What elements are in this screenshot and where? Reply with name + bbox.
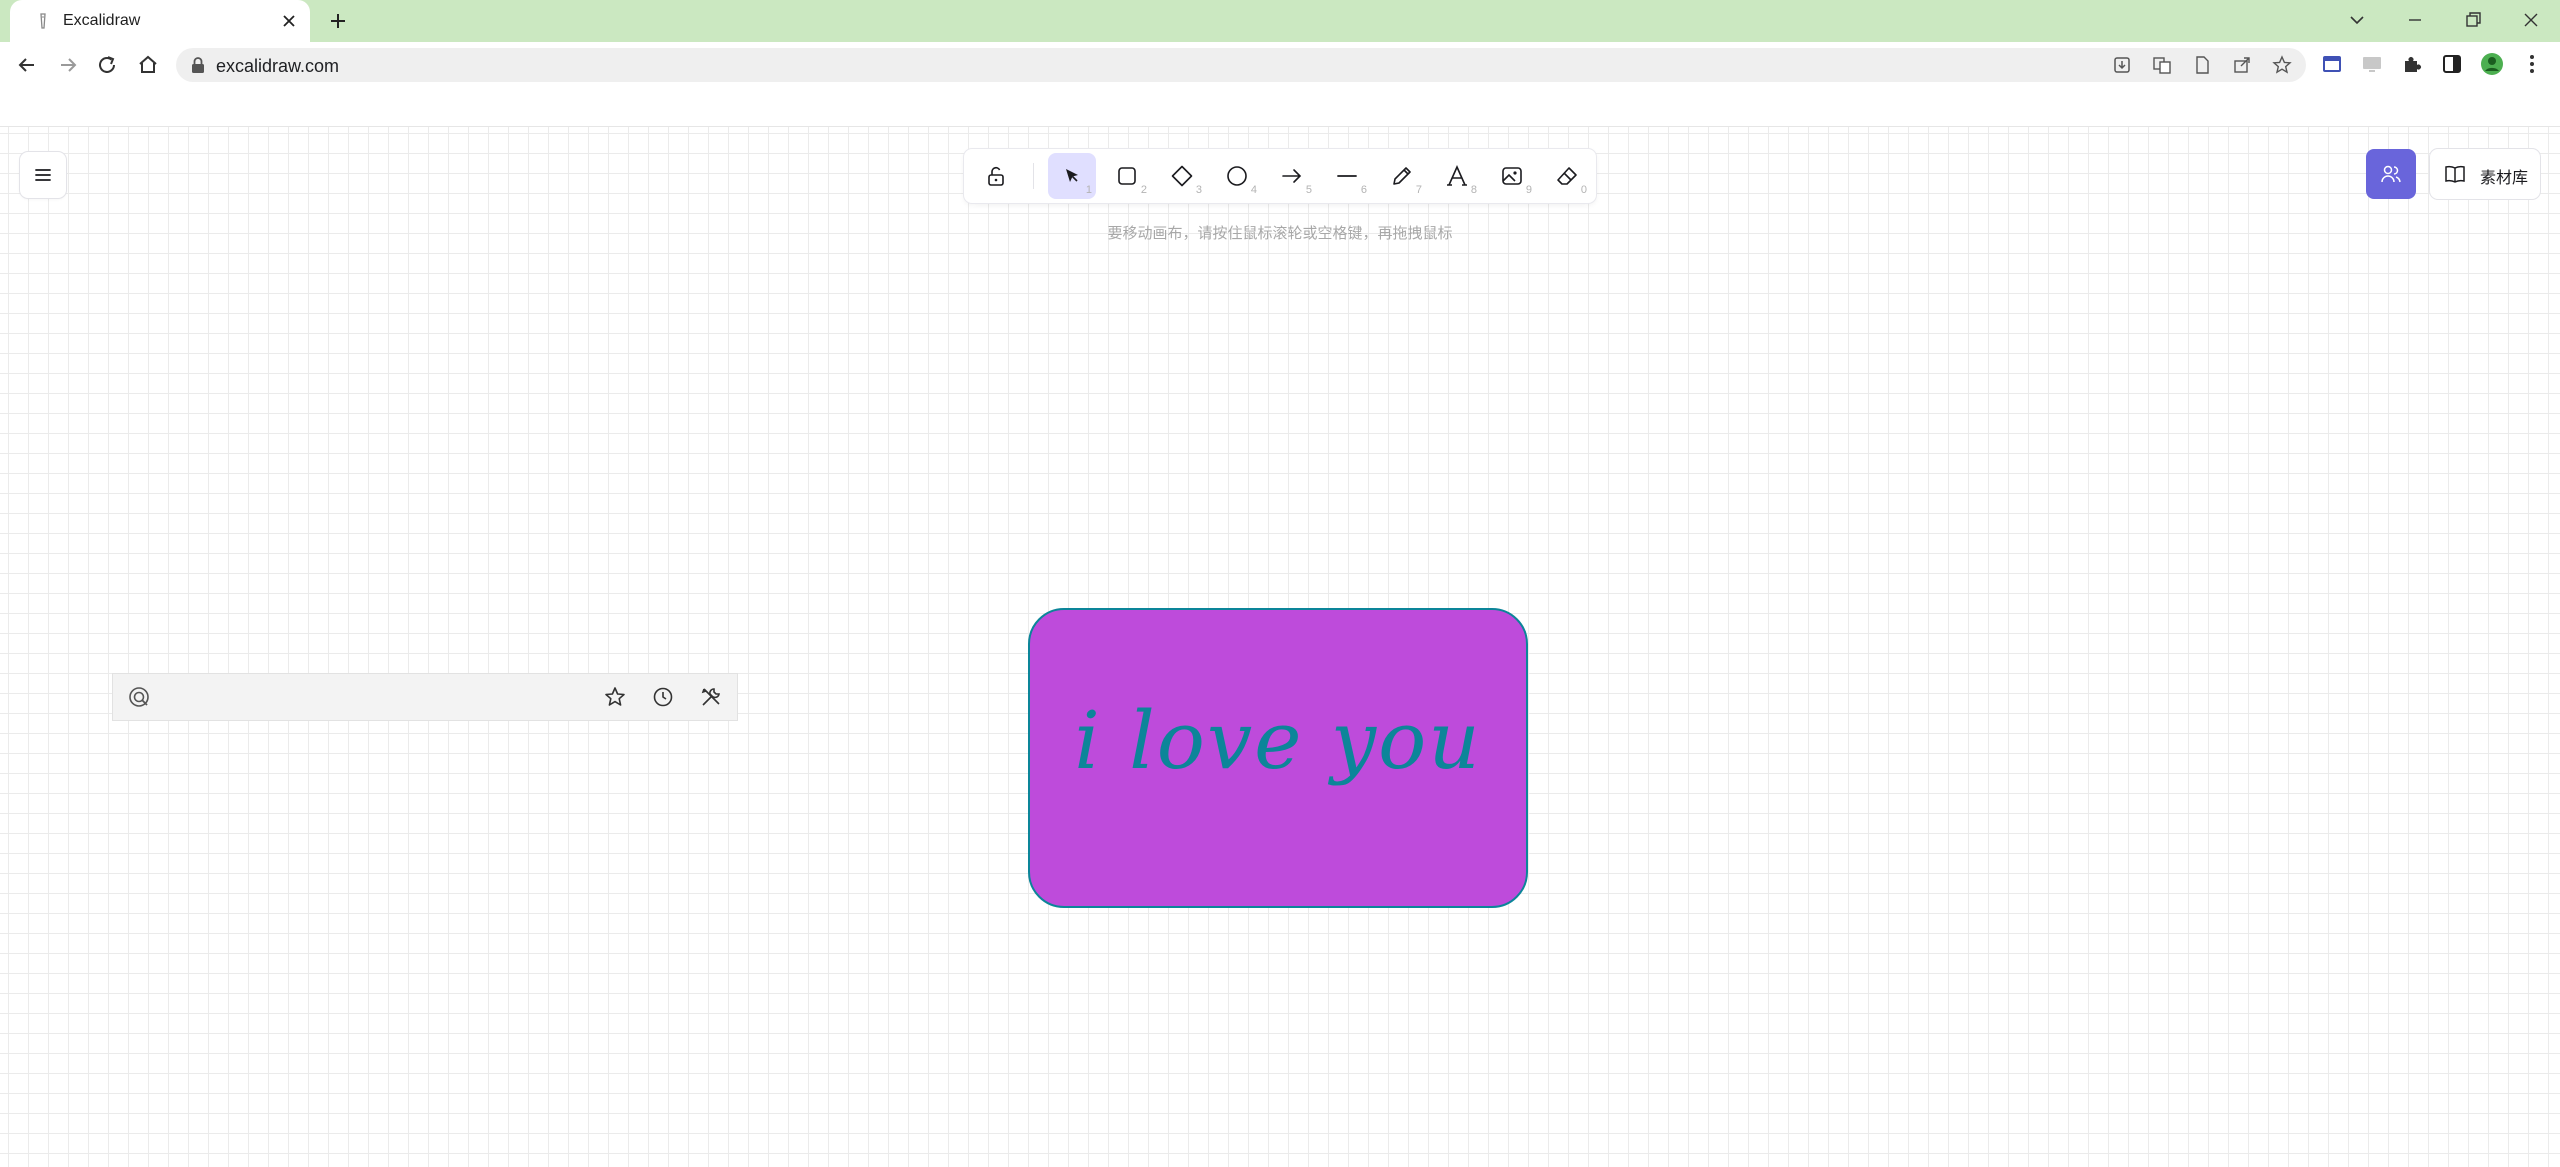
url-text: excalidraw.com: [216, 56, 340, 76]
line-icon: [1337, 175, 1357, 177]
tab-title: Excalidraw: [63, 12, 141, 29]
live-collaboration-button[interactable]: [2366, 149, 2416, 199]
tool-shortcut-key: 9: [1525, 184, 1532, 196]
drawing-canvas[interactable]: 1 2 3 4 5 6 7 8 9 0 要移动画布，请按住鼠标滚轮或空格键，再拖…: [0, 127, 2560, 1167]
browser-toolbar: excalidraw.com: [0, 42, 2560, 88]
rectangle-icon: [1118, 167, 1136, 185]
canvas-text-element[interactable]: i love you: [1030, 694, 1526, 787]
lock-tool-button[interactable]: [972, 153, 1020, 199]
eraser-icon: [1557, 167, 1577, 185]
profile-avatar-icon[interactable]: [2480, 52, 2504, 76]
home-icon[interactable]: [135, 52, 161, 78]
browser-infobar-space: [0, 88, 2560, 127]
arrow-icon: [1282, 169, 1302, 183]
tool-shortcut-key: 7: [1415, 184, 1422, 196]
tool-shortcut-key: 6: [1360, 184, 1367, 196]
rectangle-tool-button[interactable]: 2: [1103, 153, 1151, 199]
page-icon[interactable]: [2192, 55, 2212, 75]
tool-shortcut-key: 1: [1085, 184, 1092, 196]
restore-window-icon[interactable]: [2461, 8, 2485, 32]
side-panel-icon[interactable]: [2440, 52, 2464, 76]
browser-tab-strip: Excalidraw: [0, 0, 2560, 42]
toolbar-separator: [1033, 163, 1034, 189]
extensions-puzzle-icon[interactable]: [2400, 52, 2424, 76]
tool-shortcut-key: 8: [1470, 184, 1477, 196]
users-icon: [2381, 165, 2401, 183]
address-bar[interactable]: excalidraw.com: [176, 48, 2306, 82]
browser-tab-excalidraw[interactable]: Excalidraw: [10, 0, 310, 42]
ellipse-tool-button[interactable]: 4: [1213, 153, 1261, 199]
tool-shortcut-key: 2: [1140, 184, 1147, 196]
tools-wrench-icon[interactable]: [699, 685, 723, 709]
lock-icon: [192, 57, 204, 73]
tool-shortcut-key: 0: [1580, 184, 1587, 196]
more-menu-icon[interactable]: [2520, 52, 2544, 76]
bookmark-star-icon[interactable]: [2272, 55, 2292, 75]
open-book-icon: [2445, 165, 2465, 183]
hamburger-menu-icon: [35, 169, 51, 181]
text-letter-a-icon: [1447, 165, 1467, 186]
forward-arrow-icon[interactable]: [55, 52, 81, 78]
close-window-icon[interactable]: [2519, 8, 2543, 32]
canvas-rectangle-element[interactable]: i love you: [1028, 608, 1528, 908]
share-icon[interactable]: [2232, 55, 2252, 75]
selection-tool-button[interactable]: 1: [1048, 153, 1096, 199]
arrow-tool-button[interactable]: 5: [1268, 153, 1316, 199]
image-icon: [1502, 167, 1522, 185]
ellipse-icon: [1227, 166, 1247, 186]
reload-icon[interactable]: [94, 52, 120, 78]
diamond-icon: [1171, 165, 1193, 187]
library-label: 素材库: [2480, 168, 2529, 187]
tool-shortcut-key: 5: [1305, 184, 1312, 196]
history-clock-icon[interactable]: [651, 685, 675, 709]
extension-search-bar[interactable]: [113, 674, 737, 720]
close-tab-icon[interactable]: [278, 10, 300, 32]
main-menu-button[interactable]: [20, 152, 66, 198]
canvas-pan-hint: 要移动画布，请按住鼠标滚轮或空格键，再拖拽鼠标: [1107, 224, 1453, 242]
draw-tool-button[interactable]: 7: [1378, 153, 1426, 199]
eraser-tool-button[interactable]: 0: [1543, 153, 1591, 199]
favorite-star-icon[interactable]: [603, 685, 627, 709]
pointer-cursor-icon: [1066, 169, 1078, 182]
shapes-toolbar: 1 2 3 4 5 6 7 8 9 0: [964, 149, 1596, 203]
back-arrow-icon[interactable]: [14, 52, 40, 78]
extension-screen-icon[interactable]: [2360, 52, 2384, 76]
extension-calendar-icon[interactable]: [2320, 52, 2344, 76]
tool-shortcut-key: 3: [1195, 184, 1202, 196]
search-logo-icon: [129, 687, 149, 707]
translate-icon[interactable]: [2152, 55, 2172, 75]
unlock-icon: [988, 166, 1004, 186]
diamond-tool-button[interactable]: 3: [1158, 153, 1206, 199]
tab-search-chevron-icon[interactable]: [2345, 8, 2369, 32]
line-tool-button[interactable]: 6: [1323, 153, 1371, 199]
tool-shortcut-key: 4: [1250, 184, 1257, 196]
new-tab-icon[interactable]: [326, 9, 350, 33]
library-button[interactable]: 素材库: [2430, 149, 2540, 199]
text-tool-button[interactable]: 8: [1433, 153, 1481, 199]
image-tool-button[interactable]: 9: [1488, 153, 1536, 199]
install-app-icon[interactable]: [2112, 55, 2132, 75]
excalidraw-favicon-icon: [40, 13, 46, 29]
pencil-icon: [1393, 167, 1411, 185]
minimize-window-icon[interactable]: [2403, 8, 2427, 32]
